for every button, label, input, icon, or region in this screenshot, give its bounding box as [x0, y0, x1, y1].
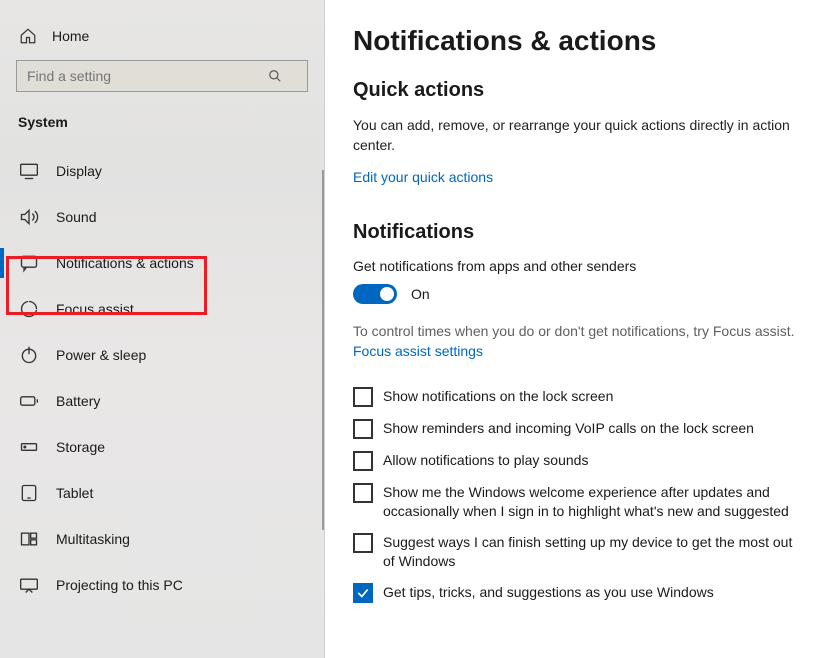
notifications-toggle-label: Get notifications from apps and other se…	[353, 258, 796, 274]
checkbox-tips-tricks[interactable]: Get tips, tricks, and suggestions as you…	[353, 583, 796, 603]
checkbox-icon	[353, 583, 373, 603]
sidebar-item-sound[interactable]: Sound	[0, 194, 324, 240]
notifications-icon	[18, 252, 40, 274]
checkbox-welcome-experience[interactable]: Show me the Windows welcome experience a…	[353, 483, 796, 521]
notifications-toggle-state: On	[411, 286, 430, 302]
projecting-icon	[18, 574, 40, 596]
notifications-heading: Notifications	[353, 221, 796, 244]
focus-icon	[18, 298, 40, 320]
sidebar-item-storage[interactable]: Storage	[0, 424, 324, 470]
sidebar-item-multitasking[interactable]: Multitasking	[0, 516, 324, 562]
checkbox-label: Get tips, tricks, and suggestions as you…	[383, 583, 714, 602]
home-nav[interactable]: Home	[0, 18, 324, 60]
checkbox-setup-suggestions[interactable]: Suggest ways I can finish setting up my …	[353, 533, 796, 571]
notification-options-list: Show notifications on the lock screen Sh…	[353, 387, 796, 603]
sidebar-item-label: Multitasking	[56, 531, 130, 547]
checkbox-icon	[353, 533, 373, 553]
sidebar: Home System Display Sound	[0, 0, 325, 658]
sidebar-item-tablet[interactable]: Tablet	[0, 470, 324, 516]
focus-assist-settings-link[interactable]: Focus assist settings	[353, 342, 483, 362]
sidebar-item-focus-assist[interactable]: Focus assist	[0, 286, 324, 332]
checkbox-lock-screen-notifications[interactable]: Show notifications on the lock screen	[353, 387, 796, 407]
sidebar-item-battery[interactable]: Battery	[0, 378, 324, 424]
sound-icon	[18, 206, 40, 228]
sidebar-item-label: Sound	[56, 209, 96, 225]
sidebar-item-notifications[interactable]: Notifications & actions	[0, 240, 324, 286]
main-content: Notifications & actions Quick actions Yo…	[325, 0, 824, 658]
sidebar-item-label: Projecting to this PC	[56, 577, 183, 593]
sidebar-item-label: Power & sleep	[56, 347, 146, 363]
multitasking-icon	[18, 528, 40, 550]
checkbox-icon	[353, 483, 373, 503]
checkbox-label: Allow notifications to play sounds	[383, 451, 588, 470]
sidebar-item-power-sleep[interactable]: Power & sleep	[0, 332, 324, 378]
checkbox-icon	[353, 451, 373, 471]
focus-assist-hint-text: To control times when you do or don't ge…	[353, 323, 795, 339]
checkbox-label: Show me the Windows welcome experience a…	[383, 483, 796, 521]
home-icon	[18, 26, 38, 46]
checkbox-play-sounds[interactable]: Allow notifications to play sounds	[353, 451, 796, 471]
sidebar-item-label: Display	[56, 163, 102, 179]
sidebar-item-label: Notifications & actions	[56, 255, 194, 271]
checkbox-label: Show notifications on the lock screen	[383, 387, 613, 406]
sidebar-scrollbar[interactable]	[322, 170, 324, 530]
tablet-icon	[18, 482, 40, 504]
checkbox-label: Suggest ways I can finish setting up my …	[383, 533, 796, 571]
sidebar-nav: Display Sound Notifications & actions Fo…	[0, 148, 324, 608]
checkbox-icon	[353, 419, 373, 439]
display-icon	[18, 160, 40, 182]
sidebar-section-title: System	[0, 92, 324, 148]
checkbox-label: Show reminders and incoming VoIP calls o…	[383, 419, 754, 438]
sidebar-item-label: Battery	[56, 393, 100, 409]
checkbox-icon	[353, 387, 373, 407]
sidebar-item-label: Tablet	[56, 485, 93, 501]
sidebar-item-display[interactable]: Display	[0, 148, 324, 194]
power-icon	[18, 344, 40, 366]
page-title: Notifications & actions	[353, 25, 796, 57]
quick-actions-description: You can add, remove, or rearrange your q…	[353, 116, 793, 155]
sidebar-item-label: Storage	[56, 439, 105, 455]
checkbox-lock-screen-reminders[interactable]: Show reminders and incoming VoIP calls o…	[353, 419, 796, 439]
quick-actions-heading: Quick actions	[353, 79, 796, 102]
sidebar-item-label: Focus assist	[56, 301, 134, 317]
search-input[interactable]	[16, 60, 308, 92]
home-label: Home	[52, 28, 89, 44]
edit-quick-actions-link[interactable]: Edit your quick actions	[353, 169, 493, 185]
storage-icon	[18, 436, 40, 458]
battery-icon	[18, 390, 40, 412]
sidebar-item-projecting[interactable]: Projecting to this PC	[0, 562, 324, 608]
notifications-toggle[interactable]	[353, 284, 397, 304]
